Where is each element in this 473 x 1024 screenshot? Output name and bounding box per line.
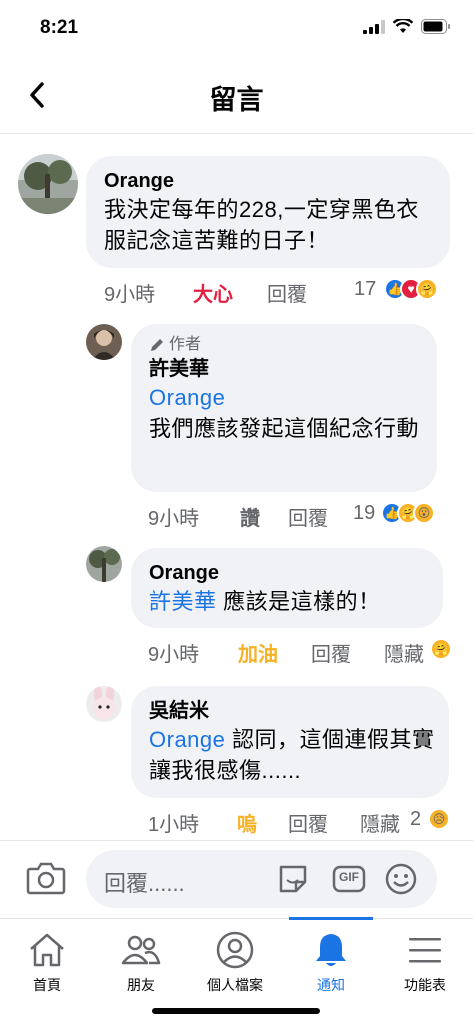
avatar[interactable]	[86, 546, 122, 582]
pencil-icon	[151, 339, 163, 351]
reply-placeholder: 回覆......	[104, 871, 185, 896]
mention-link[interactable]: 許美華	[149, 589, 217, 614]
emoji-button[interactable]	[384, 862, 418, 896]
care-icon: 🤗	[430, 638, 452, 660]
status-time: 8:21	[40, 17, 79, 38]
reply-input[interactable]: 回覆...... GIF	[86, 850, 437, 908]
profile-icon	[216, 931, 254, 969]
status-icons	[363, 19, 451, 34]
reply-button[interactable]: 回覆	[267, 278, 307, 307]
page-title: 留言	[209, 85, 264, 115]
tab-label: 個人檔案	[207, 977, 263, 993]
hide-button[interactable]: 隱藏	[384, 638, 424, 667]
status-bar: 8:21	[0, 0, 473, 52]
comment-actions: 9小時 讚 回覆 19 👍 🤗 😮	[148, 500, 458, 530]
home-indicator	[152, 1008, 320, 1014]
comment-actions: 9小時 加油 回覆 隱藏 🤗	[148, 636, 458, 666]
comment-author[interactable]: 許美華	[149, 356, 419, 382]
reply-button[interactable]: 回覆	[311, 638, 351, 667]
react-button[interactable]: 加油	[238, 638, 278, 667]
comment-bubble[interactable]: 吳結米 Orange 認同，這個連假其實讓我很感傷......	[131, 686, 449, 798]
comment-text: 應該是這樣的！	[223, 589, 381, 614]
smiley-icon	[385, 863, 417, 895]
home-icon	[30, 933, 64, 967]
comment-time: 9小時	[148, 644, 200, 666]
header: 留言	[0, 56, 473, 134]
mention-link[interactable]: Orange	[149, 727, 225, 752]
gif-label: GIF	[339, 870, 359, 884]
tab-notifications[interactable]: 通知	[284, 919, 378, 999]
tab-friends[interactable]: 朋友	[94, 919, 188, 999]
sticker-button[interactable]	[276, 862, 310, 896]
gif-button[interactable]: GIF	[332, 862, 366, 896]
tab-home[interactable]: 首頁	[0, 919, 94, 999]
author-badge: 作者	[149, 334, 419, 356]
comment-item: Orange 我決定每年的228,一定穿黑色衣服記念這苦難的日子！ 9小時 大心…	[0, 134, 473, 314]
mention-link[interactable]: Orange	[149, 385, 225, 410]
comment-text: 我們應該發起這個紀念行動	[149, 416, 420, 441]
comment-author[interactable]: Orange	[104, 168, 432, 194]
comment-bubble[interactable]: 作者 許美華 Orange 我們應該發起這個紀念行動	[131, 324, 437, 492]
comment-list[interactable]: Orange 我決定每年的228,一定穿黑色衣服記念這苦難的日子！ 9小時 大心…	[0, 134, 473, 840]
reaction-icons[interactable]: 👍 ♥ 🤗	[380, 278, 438, 300]
tab-profile[interactable]: 個人檔案	[188, 919, 282, 999]
avatar[interactable]	[86, 324, 122, 360]
comment-bubble[interactable]: Orange 許美華 應該是這樣的！	[131, 548, 443, 628]
comment-author[interactable]: 吳結米	[149, 698, 431, 724]
reaction-icons[interactable]: 👍 🤗 😮	[377, 502, 435, 524]
reply-button[interactable]: 回覆	[288, 502, 328, 531]
react-button[interactable]: 讚	[240, 502, 260, 531]
tab-menu[interactable]: 功能表	[378, 919, 472, 999]
friends-icon	[121, 935, 161, 965]
avatar-bunny-image	[86, 686, 122, 722]
comment-text: 我決定每年的228,一定穿黑色衣服記念這苦難的日子！	[104, 197, 419, 253]
tab-label: 功能表	[404, 977, 446, 993]
reaction-count[interactable]: 2	[410, 808, 421, 831]
reply-item: 作者 許美華 Orange 我們應該發起這個紀念行動 9小時 讚 回覆 19 👍…	[0, 314, 473, 532]
tab-label: 通知	[317, 977, 345, 993]
avatar-tree-image	[18, 154, 78, 214]
reaction-icons[interactable]: 🤗	[426, 638, 452, 660]
tab-label: 首頁	[33, 977, 61, 993]
wow-icon: 😮	[413, 502, 435, 524]
comment-bubble[interactable]: Orange 我決定每年的228,一定穿黑色衣服記念這苦難的日子！	[86, 156, 450, 268]
signal-icon	[363, 19, 385, 34]
camera-button[interactable]	[26, 861, 66, 897]
reaction-count[interactable]: 19	[353, 502, 375, 525]
reaction-count[interactable]: 17	[354, 278, 376, 301]
avatar[interactable]	[18, 154, 78, 214]
sticker-icon	[279, 865, 307, 893]
reply-composer: 回覆...... GIF	[0, 840, 473, 918]
bottom-tab-bar: 首頁 朋友 個人檔案 通知 功能表	[0, 917, 473, 1024]
avatar[interactable]	[86, 686, 122, 722]
battery-icon	[421, 19, 450, 34]
wifi-icon	[393, 19, 413, 33]
comment-author[interactable]: Orange	[149, 560, 425, 586]
comment-time: 9小時	[104, 284, 156, 306]
avatar-tree-image	[86, 546, 122, 582]
reply-item: 吳結米 Orange 認同，這個連假其實讓我很感傷...... 1小時 嗚 回覆…	[0, 672, 473, 840]
menu-icon	[409, 938, 441, 963]
comment-time: 9小時	[148, 508, 200, 530]
hide-button[interactable]: 隱藏	[360, 808, 400, 837]
bell-icon	[316, 934, 346, 966]
care-icon: 🤗	[416, 278, 438, 300]
react-button[interactable]: 嗚	[237, 808, 257, 837]
reply-button[interactable]: 回覆	[288, 808, 328, 837]
avatar-photo	[86, 324, 122, 360]
tab-label: 朋友	[127, 977, 155, 993]
author-badge-label: 作者	[169, 336, 202, 353]
comment-actions: 9小時 大心 回覆 17 👍 ♥ 🤗	[104, 276, 454, 306]
reply-item: Orange 許美華 應該是這樣的！ 9小時 加油 回覆 隱藏 🤗	[0, 532, 473, 672]
sad-icon: 😥	[428, 808, 450, 830]
reaction-icons[interactable]: 😥	[424, 808, 450, 830]
comment-time: 1小時	[148, 814, 200, 836]
camera-icon	[26, 862, 66, 895]
react-button[interactable]: 大心	[193, 278, 233, 307]
comment-actions: 1小時 嗚 回覆 隱藏 2 😥	[148, 806, 458, 836]
